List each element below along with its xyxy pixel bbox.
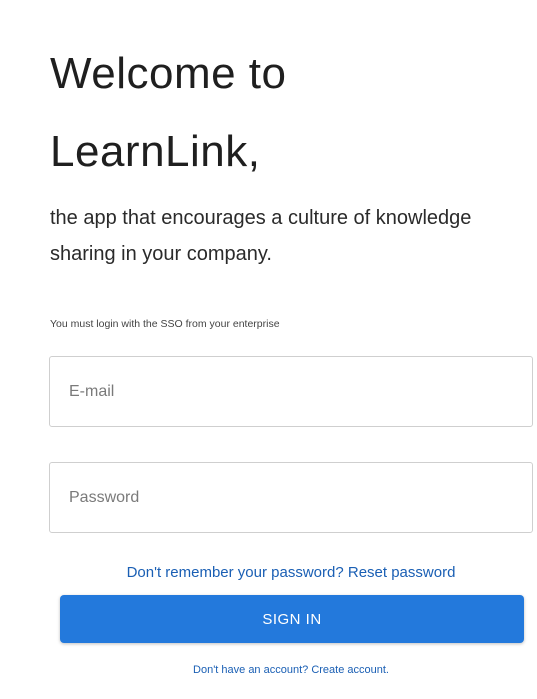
create-account-link[interactable]: Create account. [311,664,389,676]
password-field[interactable] [49,462,533,533]
sign-in-button[interactable]: SIGN IN [60,595,524,643]
reset-password-link[interactable]: Reset password [348,564,456,581]
create-account-row: Don't have an account? Create account. [49,664,533,676]
welcome-title-line2: LearnLink, [50,127,261,176]
welcome-title-line1: Welcome to [50,49,287,98]
sso-note: You must login with the SSO from your en… [50,318,280,330]
create-account-prompt: Don't have an account? [193,664,312,676]
email-field[interactable] [49,356,533,427]
reset-password-prompt: Don't remember your password? [126,564,348,581]
reset-password-row: Don't remember your password? Reset pass… [49,564,533,581]
app-description: the app that encourages a culture of kno… [50,207,472,265]
